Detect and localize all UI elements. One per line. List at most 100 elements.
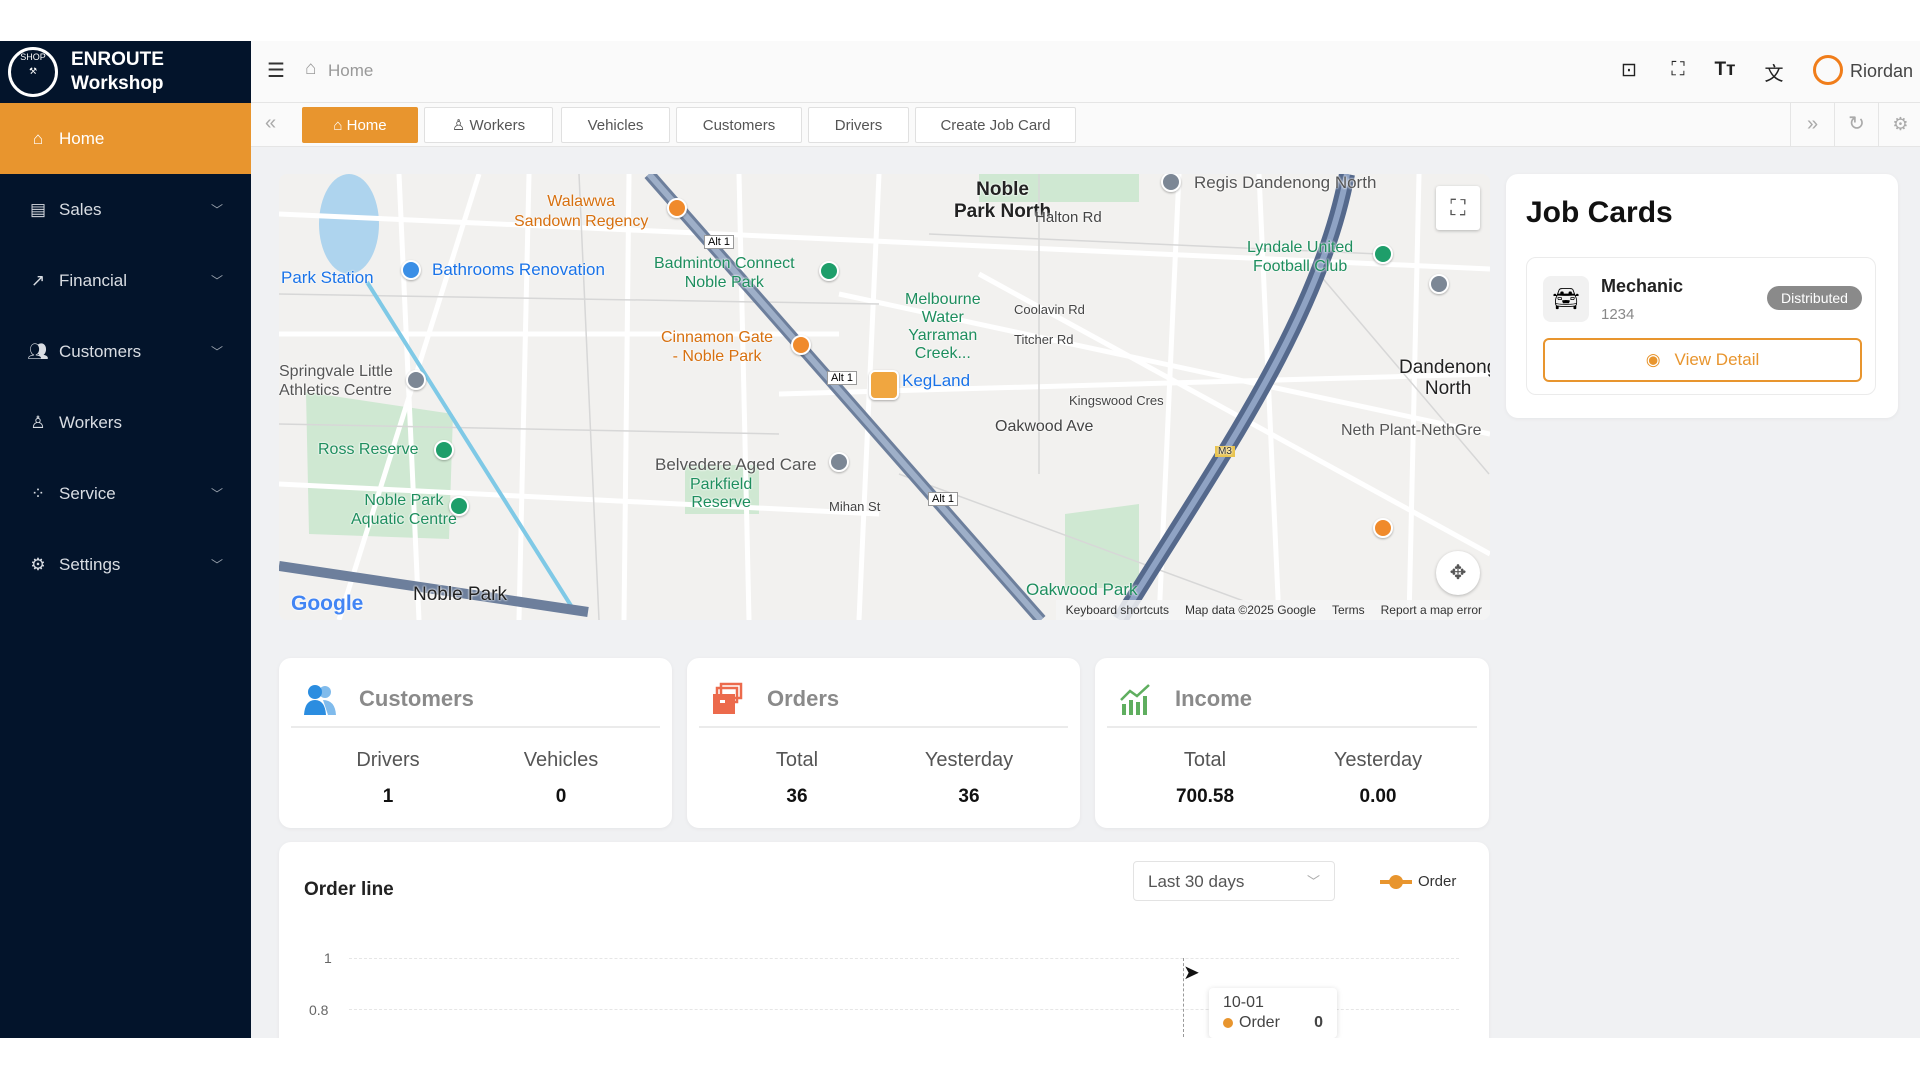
worker-icon: ♙ [30, 412, 46, 432]
logo-icon: SHOP ⚒ [8, 47, 58, 97]
route-shield: Alt 1 [704, 235, 735, 249]
restaurant-pin-icon[interactable] [667, 198, 687, 218]
tab-settings-icon[interactable]: ⚙ [1878, 103, 1920, 147]
job-card-number: 1234 [1601, 306, 1635, 323]
tab-customers[interactable]: Customers [676, 107, 802, 143]
map-fullscreen-button[interactable]: ⛶ [1436, 186, 1480, 230]
mouse-cursor-icon: ➤ [1183, 962, 1200, 984]
stat-value: 36 [958, 786, 980, 807]
sidebar-item-customers[interactable]: 👥︎ Customers ﹀ [0, 316, 251, 387]
restaurant-pin-icon[interactable] [791, 335, 811, 355]
app: SHOP ⚒ ENROUTE Workshop ⌂ Home ▤ Sales ﹀ ↗ Fin… [0, 41, 1920, 1038]
user-name[interactable]: Riordan [1850, 61, 1913, 82]
fullscreen-icon[interactable]: ⛶ [1666, 59, 1690, 81]
tab-label: Home [346, 116, 387, 134]
sidebar-item-service[interactable]: ⁘ Service ﹀ [0, 458, 251, 529]
tab-bar: « ⌂ Home ♙ Workers Vehicles Customers Dr… [251, 103, 1920, 147]
tab-vehicles[interactable]: Vehicles [561, 107, 670, 143]
range-select[interactable]: Last 30 days ﹀ [1133, 861, 1335, 901]
map-label: KegLand [902, 371, 971, 390]
map-label: Noble Park [413, 584, 507, 605]
stat-label: Total [1183, 749, 1227, 771]
map-label: Cinnamon Gate - Noble Park [661, 329, 774, 365]
users-icon [304, 685, 336, 715]
tab-drivers[interactable]: Drivers [808, 107, 909, 143]
place-pin-icon[interactable] [829, 452, 849, 472]
legend-marker [1389, 875, 1403, 889]
chevron-down-icon: ﹀ [211, 345, 224, 359]
tab-label: Create Job Card [940, 116, 1051, 134]
tab-home[interactable]: ⌂ Home [302, 107, 418, 143]
sidebar-item-financial[interactable]: ↗ Financial ﹀ [0, 245, 251, 316]
map[interactable]: Noble Park North Halton Rd Walawwa Sandown… [279, 174, 1490, 620]
google-logo[interactable]: Google [291, 592, 363, 616]
y-tick-label: 1 [324, 950, 332, 966]
job-cards-title: Job Cards [1526, 196, 1673, 229]
flow-icon: ⁘ [30, 483, 46, 503]
job-card[interactable]: 🚘︎ Mechanic 1234 Distributed ◉ View Detai… [1526, 257, 1876, 395]
sidebar-item-sales[interactable]: ▤ Sales ﹀ [0, 174, 251, 245]
keyboard-shortcuts-link[interactable]: Keyboard shortcuts [1066, 603, 1169, 620]
school-pin-icon[interactable] [1429, 274, 1449, 294]
place-pin-icon[interactable] [406, 370, 426, 390]
sidebar: SHOP ⚒ ENROUTE Workshop ⌂ Home ▤ Sales ﹀ ↗ Fin… [0, 41, 251, 1038]
refresh-icon[interactable]: ↻ [1834, 103, 1878, 147]
chart-title: Order line [304, 879, 394, 900]
sports-pin-icon[interactable] [1373, 244, 1393, 264]
map-label: Ross Reserve [318, 441, 419, 458]
stat-value: 1 [382, 786, 394, 807]
map-label: Park Station [281, 268, 374, 287]
menu-toggle-icon[interactable]: ☰ [267, 58, 285, 83]
legend-label[interactable]: Order [1418, 873, 1456, 890]
sidebar-item-settings[interactable]: ⚙ Settings ﹀ [0, 529, 251, 600]
report-error-link[interactable]: Report a map error [1381, 603, 1482, 620]
top-header: ☰ ⌂ Home ⊡ ⛶ Tт 文 Riordan [251, 41, 1920, 103]
shop-pin-icon[interactable] [401, 260, 421, 280]
chart-up-icon: ↗ [30, 270, 46, 290]
map-label: Neth Plant-NethGre [1341, 422, 1482, 439]
translate-icon[interactable]: 文 [1762, 59, 1786, 86]
chevron-down-icon: ﹀ [1306, 874, 1320, 889]
y-tick-label: 0.8 [309, 1002, 329, 1018]
divider [291, 726, 660, 728]
brand-logo[interactable]: SHOP ⚒ ENROUTE Workshop [0, 41, 251, 103]
tab-workers[interactable]: ♙ Workers [424, 107, 553, 143]
map-label: Oakwood Park [1026, 580, 1138, 599]
stat-title: Customers [359, 686, 474, 711]
kegland-store-icon[interactable] [869, 370, 899, 400]
chevron-down-icon: ﹀ [211, 203, 224, 217]
stat-value: 0.00 [1359, 786, 1397, 807]
map-label: Titcher Rd [1014, 332, 1074, 347]
park-pin-icon[interactable] [434, 440, 454, 460]
view-detail-button[interactable]: ◉ View Detail [1543, 338, 1862, 382]
tab-label: Vehicles [587, 116, 644, 134]
sports-pin-icon[interactable] [819, 261, 839, 281]
map-label: Parkfield Reserve [690, 476, 753, 511]
avatar[interactable] [1813, 55, 1843, 85]
inbox-icon[interactable]: ⊡ [1617, 59, 1641, 82]
tab-label: Workers [469, 116, 526, 134]
terms-link[interactable]: Terms [1332, 603, 1365, 620]
sidebar-item-label: Sales [59, 199, 102, 219]
font-size-icon[interactable]: Tт [1713, 59, 1737, 81]
tab-create-job-card[interactable]: Create Job Card [915, 107, 1076, 143]
map-label: Halton Rd [1035, 209, 1102, 226]
stat-value: 700.58 [1175, 786, 1235, 807]
range-select-value: Last 30 days [1148, 872, 1245, 891]
sidebar-item-label: Customers [59, 341, 142, 361]
scroll-left-icon[interactable]: « [265, 112, 276, 135]
sidebar-item-home[interactable]: ⌂ Home [0, 103, 251, 174]
breadcrumb[interactable]: Home [328, 61, 373, 81]
eye-icon: ◉ [1645, 350, 1661, 369]
view-detail-label: View Detail [1674, 350, 1760, 369]
sidebar-item-workers[interactable]: ♙ Workers [0, 387, 251, 458]
map-label: Oakwood Ave [995, 418, 1094, 435]
sports-pin-icon[interactable] [449, 496, 469, 516]
gear-icon: ⚙ [30, 554, 46, 574]
cafe-pin-icon[interactable] [1373, 518, 1393, 538]
scroll-right-icon[interactable]: » [1790, 103, 1834, 147]
stat-value: 36 [786, 786, 808, 807]
order-line-card: Order line Last 30 days ﹀ Order 1 0.8 ➤ 1… [279, 842, 1489, 1038]
map-camera-control[interactable]: ✥ [1436, 551, 1480, 595]
map-data-attribution: Map data ©2025 Google [1185, 603, 1316, 617]
